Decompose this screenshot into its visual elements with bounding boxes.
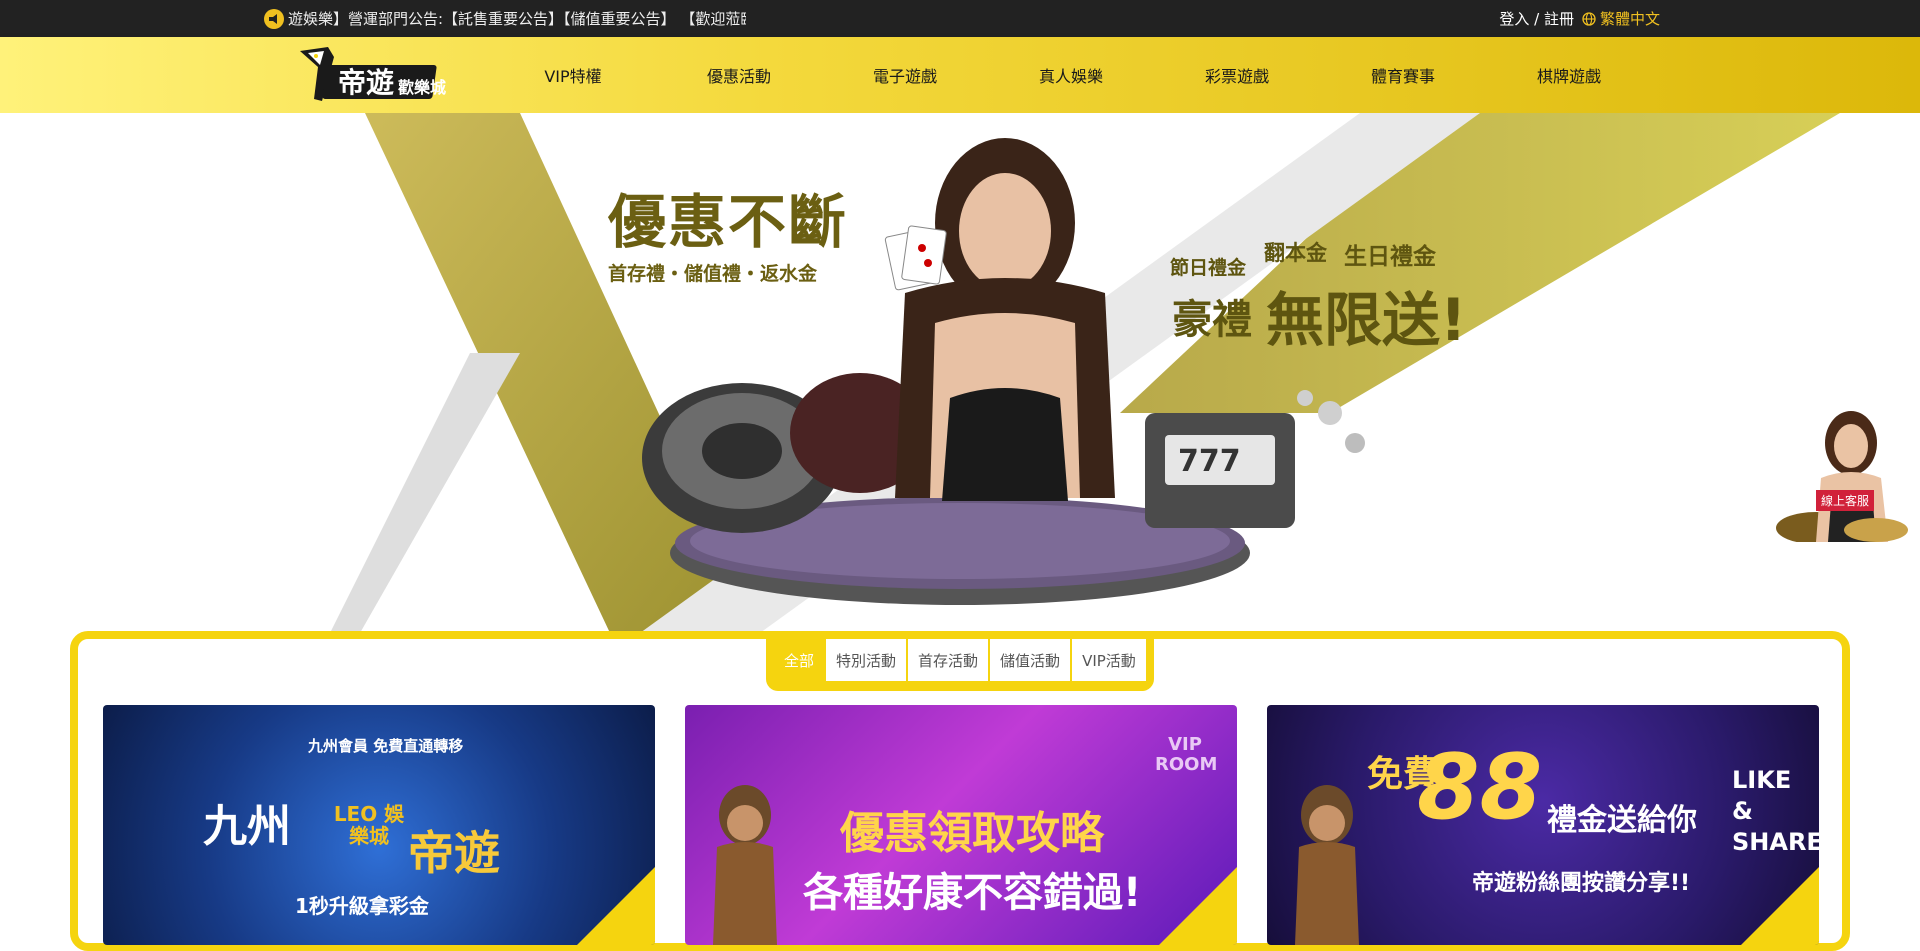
customer-service-avatar [1776,411,1908,544]
promo-card-1[interactable]: 九州會員 免費直通轉移 九州 LEO 娛樂城 帝遊 1秒升級拿彩金 [103,705,655,945]
promo-card-2-title: 優惠領取攻略 [840,808,1104,859]
promo-left-sub: 首存禮・儲值禮・返水金 [608,263,818,285]
promo-card-1-sub: 1秒升級拿彩金 [295,894,429,918]
promo-card-2[interactable]: VIP ROOM 優惠領取攻略 各種好康不容錯過! [685,705,1237,945]
promo-card-1-title-diyou: 帝遊 [408,826,500,880]
site-logo[interactable]: 帝遊 歡樂城 [294,43,446,105]
nav-board-games[interactable]: 棋牌遊戲 [1486,63,1652,87]
globe-icon [1582,11,1596,26]
promo-card-2-sub: 各種好康不容錯過! [803,870,1142,916]
promo-card-1-topline: 九州會員 免費直通轉移 [308,737,464,755]
announcement-bar: 遊娛樂】營運部門公告:【託售重要公告】【儲值重要公告】 【歡迎蒞臨 登入 / 註… [0,0,1920,37]
promo-holiday-bonus: 節日禮金 [1170,257,1247,279]
main-nav: VIP特權 優惠活動 電子遊戲 真人娛樂 彩票遊戲 體育賽事 棋牌遊戲 [490,37,1652,113]
main-header: 帝遊 歡樂城 VIP特權 優惠活動 電子遊戲 真人娛樂 彩票遊戲 體育賽事 棋牌… [0,37,1920,113]
promo-gift: 豪禮 [1172,297,1252,343]
promo-unlimited: 無限送! [1266,286,1467,354]
nav-live-casino[interactable]: 真人娛樂 [988,63,1154,87]
announcement-text: 遊娛樂】營運部門公告:【託售重要公告】【儲值重要公告】 【歡迎蒞臨 [288,10,746,28]
logo-subtext: 歡樂城 [398,78,446,97]
promo-card-3[interactable]: 免費 88 禮金送給你 帝遊粉絲團按讚分享!! LIKE & SHARE [1267,705,1819,945]
nav-sports[interactable]: 體育賽事 [1320,63,1486,87]
promo-card-3-like-share: LIKE & SHARE [1732,766,1819,857]
promo-card-3-corner [1741,867,1819,945]
svg-text:777: 777 [1178,444,1241,479]
promotion-tabs: 全部 特別活動 首存活動 儲值活動 VIP活動 [766,631,1154,691]
tab-vip[interactable]: VIP活動 [1072,639,1146,681]
promo-left-text: 優惠不斷 首存禮・儲值禮・返水金 [608,193,848,286]
nav-vip[interactable]: VIP特權 [490,63,656,87]
promo-card-1-corner [577,867,655,945]
customer-service-float[interactable]: 線上客服 [1776,398,1914,544]
promo-rebound-bonus: 翻本金 [1264,241,1327,265]
promotion-cards: 九州會員 免費直通轉移 九州 LEO 娛樂城 帝遊 1秒升級拿彩金 VIP RO… [103,705,1819,945]
caveman-mascot-icon [713,785,777,945]
promo-card-2-vip-room: VIP ROOM [1155,734,1218,775]
tab-deposit[interactable]: 儲值活動 [990,639,1071,681]
login-register-link[interactable]: 登入 / 註冊 [1499,8,1574,29]
promo-left-headline: 優惠不斷 [608,188,849,256]
promo-card-3-fanpage: 帝遊粉絲團按讚分享!! [1472,871,1691,896]
promo-card-1-title-jiuzhou: 九州 [203,801,291,852]
nav-lottery[interactable]: 彩票遊戲 [1154,63,1320,87]
language-label: 繁體中文 [1599,10,1660,28]
hero-banner[interactable]: 777 優惠不斷 首存禮・儲值禮・返水金 節日禮金 翻本金 生日禮金 豪禮 無限… [0,113,1920,633]
customer-service-label: 線上客服 [1816,490,1875,511]
nav-slots[interactable]: 電子遊戲 [822,63,988,87]
tab-all[interactable]: 全部 [774,639,825,681]
caveman-mascot-icon [1295,785,1359,945]
tab-first-deposit[interactable]: 首存活動 [908,639,989,681]
promo-card-1-leo: LEO 娛樂城 [333,802,405,848]
announcement-ticker[interactable]: 遊娛樂】營運部門公告:【託售重要公告】【儲值重要公告】 【歡迎蒞臨 [264,0,746,37]
banner-graphic: 777 [330,113,1840,633]
logo-text: 帝遊 [338,66,394,99]
user-links: 登入 / 註冊 繁體中文 [1499,0,1660,37]
promo-birthday-bonus: 生日禮金 [1344,244,1436,270]
promo-card-3-amount: 88 [1417,735,1543,840]
language-selector[interactable]: 繁體中文 [1582,8,1660,29]
tab-special[interactable]: 特別活動 [826,639,907,681]
promo-card-2-corner [1159,867,1237,945]
megaphone-icon [264,8,284,29]
nav-promotions[interactable]: 優惠活動 [656,63,822,87]
promo-card-3-gift: 禮金送給你 [1547,803,1697,838]
